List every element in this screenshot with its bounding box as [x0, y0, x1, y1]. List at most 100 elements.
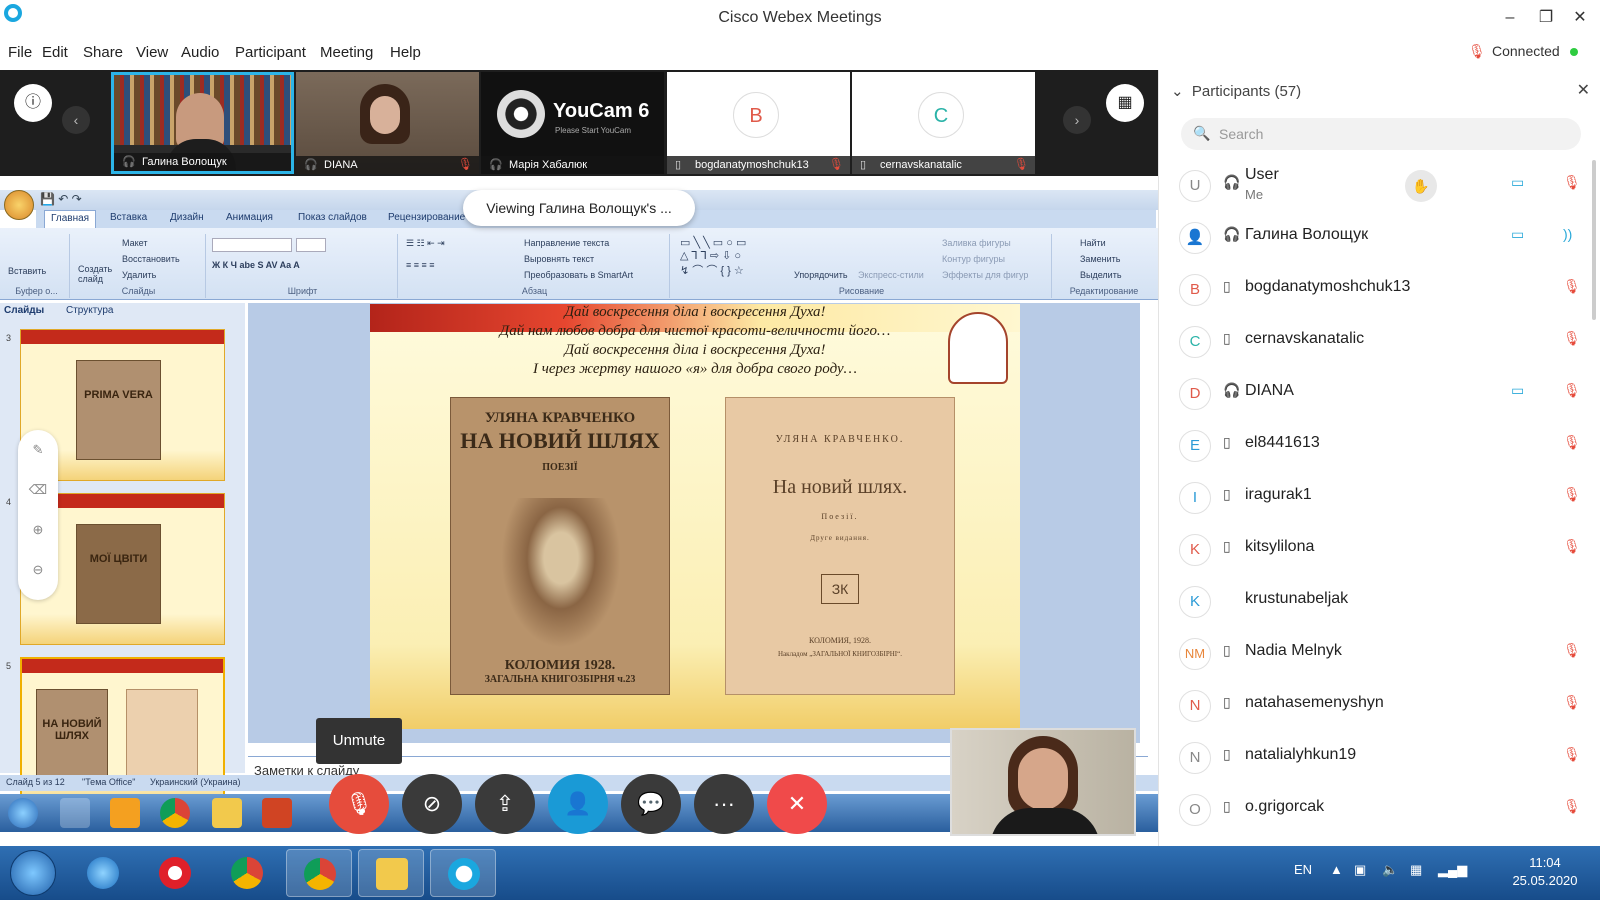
- meeting-info-icon[interactable]: ⓘ: [14, 84, 52, 122]
- zoom-in-icon[interactable]: ⊕: [18, 522, 58, 538]
- tray-app-icon[interactable]: ▣: [1354, 862, 1366, 878]
- strip-prev-icon[interactable]: ‹: [62, 106, 90, 134]
- participant-row[interactable]: C ▯ cernavskanatalic 🎙: [1159, 316, 1589, 366]
- zoom-out-icon[interactable]: ⊖: [18, 562, 58, 578]
- shape-fill-button[interactable]: Заливка фигуры: [942, 238, 1011, 248]
- search-input[interactable]: 🔍 Search: [1181, 118, 1581, 150]
- align-text-button[interactable]: Выровнять текст: [524, 254, 594, 264]
- maximize-button[interactable]: ❐: [1528, 4, 1564, 32]
- muted-mic-icon[interactable]: 🎙: [1563, 694, 1581, 711]
- start-button[interactable]: [10, 850, 56, 896]
- current-slide[interactable]: Дай воскресення ділa і воскресення Духа!…: [370, 304, 1020, 729]
- muted-mic-icon[interactable]: 🎙: [1563, 538, 1581, 555]
- taskbar-chrome[interactable]: [214, 849, 280, 897]
- muted-mic-icon[interactable]: 🎙: [1563, 642, 1581, 659]
- font-family-select[interactable]: [212, 238, 292, 252]
- ppt-tab-design[interactable]: Дизайн: [170, 212, 204, 223]
- language-indicator[interactable]: EN: [1294, 862, 1312, 877]
- close-button[interactable]: ✕: [1562, 4, 1598, 32]
- new-slide-button[interactable]: Создать слайд: [78, 264, 112, 284]
- muted-mic-icon[interactable]: 🎙: [1563, 330, 1581, 347]
- participant-row[interactable]: 👤 🎧 Галина Волощук ▭ )): [1159, 212, 1589, 262]
- taskbar-webex[interactable]: [430, 849, 496, 897]
- close-icon[interactable]: ✕: [1577, 80, 1590, 100]
- menu-file[interactable]: File: [8, 44, 32, 61]
- network-adapter-icon[interactable]: ▦: [1410, 862, 1422, 878]
- delete-button[interactable]: Удалить: [122, 270, 156, 280]
- ppt-tab-review[interactable]: Рецензирование: [388, 212, 465, 223]
- muted-mic-icon[interactable]: 🎙: [1563, 798, 1581, 815]
- video-tile[interactable]: 🎧 DIANA 🎙: [296, 72, 479, 174]
- menu-audio[interactable]: Audio: [181, 44, 219, 61]
- align-buttons[interactable]: ≡ ≡ ≡ ≡: [406, 260, 435, 270]
- scrollbar[interactable]: [1592, 160, 1596, 320]
- arrange-button[interactable]: Упорядочить: [794, 270, 848, 280]
- video-tile[interactable]: YouCam 6 Please Start YouCam 🎧 Марія Хаба…: [481, 72, 664, 174]
- menu-help[interactable]: Help: [390, 44, 421, 61]
- list-buttons[interactable]: ☰ ☷ ⇤ ⇥: [406, 238, 445, 249]
- taskbar-explorer[interactable]: [358, 849, 424, 897]
- signal-icon[interactable]: ▂▄▆: [1438, 862, 1467, 878]
- shape-outline-button[interactable]: Контур фигуры: [942, 254, 1005, 264]
- self-view-video[interactable]: [950, 728, 1136, 836]
- share-button[interactable]: ⇪: [475, 774, 535, 834]
- paste-button[interactable]: Вставить: [8, 266, 46, 276]
- eraser-icon[interactable]: ⌫: [18, 482, 58, 498]
- participant-row[interactable]: B ▯ bogdanatymoshchuk13 🎙: [1159, 264, 1589, 314]
- tray-expand-icon[interactable]: ▲: [1330, 862, 1343, 877]
- font-size-select[interactable]: [296, 238, 326, 252]
- select-button[interactable]: Выделить: [1080, 270, 1122, 280]
- menu-share[interactable]: Share: [83, 44, 123, 61]
- menu-edit[interactable]: Edit: [42, 44, 68, 61]
- shapes-gallery[interactable]: ▭ ╲ ╲ ▭ ○ ▭ △ ⅂ ⅂ ⇨ ⇩ ○ ↯ ⌒ ⌒ { } ☆: [680, 236, 746, 278]
- participant-row[interactable]: N ▯ natahasemenyshyn 🎙: [1159, 680, 1589, 730]
- participants-header[interactable]: ⌄ Participants (57): [1171, 82, 1301, 100]
- muted-mic-icon[interactable]: 🎙: [1563, 486, 1581, 503]
- video-button[interactable]: ⊘: [402, 774, 462, 834]
- reset-button[interactable]: Восстановить: [122, 254, 180, 264]
- muted-mic-icon[interactable]: 🎙: [1563, 434, 1581, 451]
- muted-mic-icon[interactable]: 🎙: [1563, 174, 1581, 191]
- participant-row[interactable]: K ▯ kitsylilona 🎙: [1159, 524, 1589, 574]
- participant-row[interactable]: K krustunabeljak: [1159, 576, 1589, 626]
- participant-row[interactable]: E ▯ el8441613 🎙: [1159, 420, 1589, 470]
- replace-button[interactable]: Заменить: [1080, 254, 1120, 264]
- participant-row[interactable]: N ▯ natalialyhkun19 🎙: [1159, 732, 1589, 782]
- menu-participant[interactable]: Participant: [235, 44, 306, 61]
- taskbar-ie[interactable]: [70, 849, 136, 897]
- minimize-button[interactable]: –: [1492, 4, 1528, 32]
- video-camera-icon[interactable]: ▭: [1511, 226, 1524, 243]
- chat-button[interactable]: 💬: [621, 774, 681, 834]
- ppt-tab-animation[interactable]: Анимация: [226, 212, 273, 223]
- participant-row[interactable]: NM ▯ Nadia Melnyk 🎙: [1159, 628, 1589, 678]
- pen-icon[interactable]: ✎: [18, 442, 58, 458]
- quick-styles-button[interactable]: Экспресс-стили: [858, 270, 924, 280]
- muted-mic-icon[interactable]: 🎙: [1563, 382, 1581, 399]
- ppt-tab-slideshow[interactable]: Показ слайдов: [298, 212, 367, 223]
- layout-button[interactable]: Макет: [122, 238, 147, 248]
- clock[interactable]: 11:04 25.05.2020: [1505, 854, 1585, 890]
- taskbar-chrome-2[interactable]: [286, 849, 352, 897]
- muted-mic-icon[interactable]: 🎙: [1563, 746, 1581, 763]
- text-direction-button[interactable]: Направление текста: [524, 238, 609, 248]
- participant-row[interactable]: O ▯ o.grigorcak 🎙: [1159, 784, 1589, 834]
- office-button-icon[interactable]: [4, 190, 34, 220]
- video-camera-icon[interactable]: ▭: [1511, 382, 1524, 399]
- shape-effects-button[interactable]: Эффекты для фигур: [942, 270, 1028, 280]
- thumb-tab-outline[interactable]: Структура: [66, 305, 113, 319]
- volume-icon[interactable]: 🔈: [1382, 862, 1398, 878]
- video-tile[interactable]: B ▯ bogdanatymoshchuk13 🎙: [667, 72, 850, 174]
- font-format-row[interactable]: Ж К Ч abe S AV Aa A: [212, 260, 300, 270]
- layout-icon[interactable]: ▦: [1106, 84, 1144, 122]
- raise-hand-icon[interactable]: ✋: [1405, 170, 1437, 202]
- strip-next-icon[interactable]: ›: [1063, 106, 1091, 134]
- smartart-button[interactable]: Преобразовать в SmartArt: [524, 270, 633, 280]
- mute-button[interactable]: 🎙: [329, 774, 389, 834]
- menu-meeting[interactable]: Meeting: [320, 44, 373, 61]
- find-button[interactable]: Найти: [1080, 238, 1106, 248]
- participant-row[interactable]: U 🎧 User Me ✋ ▭ 🎙: [1159, 160, 1589, 210]
- video-tile[interactable]: C ▯ cernavskanatalic 🎙: [852, 72, 1035, 174]
- muted-mic-icon[interactable]: 🎙: [1563, 278, 1581, 295]
- participant-row[interactable]: D 🎧 DIANA ▭ 🎙: [1159, 368, 1589, 418]
- more-button[interactable]: ···: [694, 774, 754, 834]
